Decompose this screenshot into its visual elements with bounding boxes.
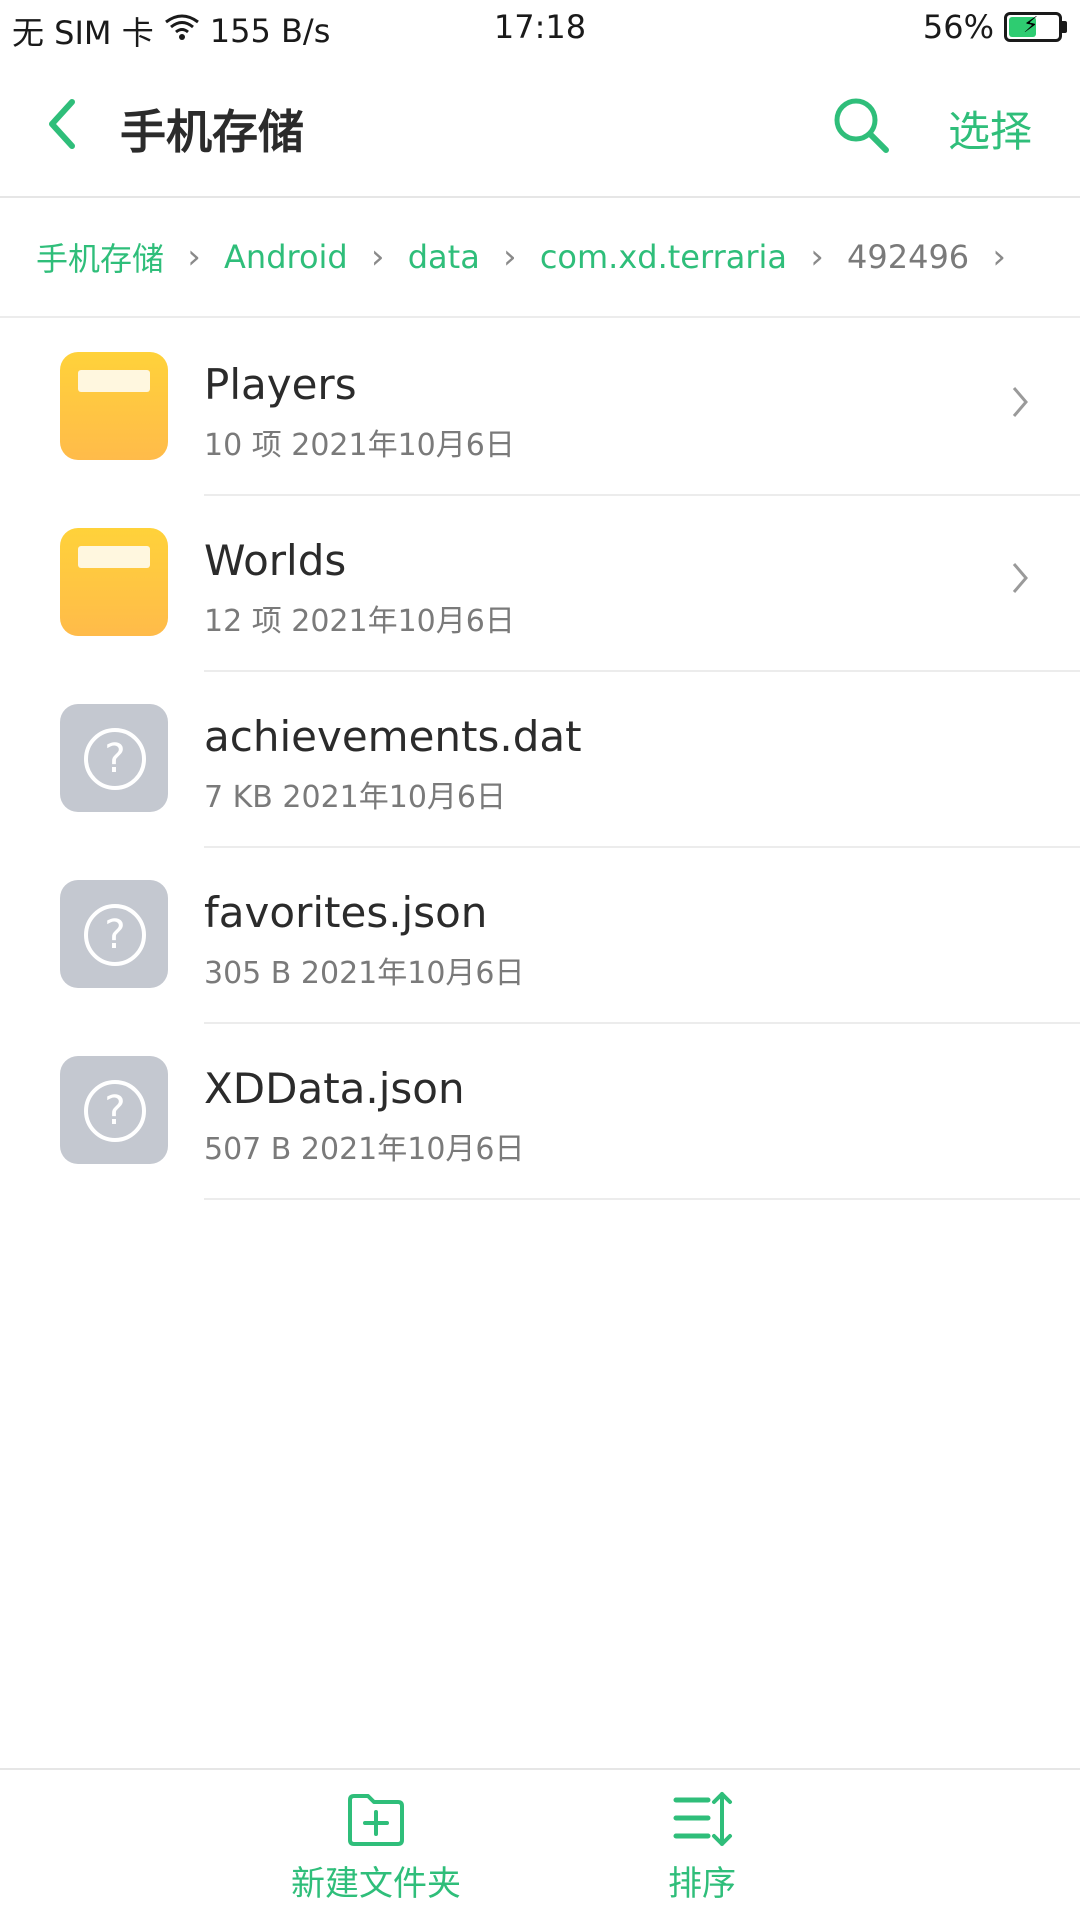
unknown-file-icon: ? — [60, 880, 168, 988]
page-title: 手机存储 — [120, 105, 304, 159]
breadcrumb-item-package[interactable]: com.xd.terraria — [540, 238, 787, 276]
file-name: favorites.json — [204, 888, 488, 937]
chevron-right-icon: › — [187, 237, 201, 277]
battery-percent: 56% — [922, 8, 994, 46]
status-right: 56% ⚡ — [922, 8, 1067, 46]
chevron-right-icon: › — [503, 237, 517, 277]
chevron-right-icon: › — [810, 237, 824, 277]
file-list: Players 10 项 2021年10月6日 Worlds 12 项 2021… — [0, 320, 1080, 1200]
list-item-players[interactable]: Players 10 项 2021年10月6日 — [0, 320, 1080, 496]
file-meta: 507 B 2021年10月6日 — [204, 1132, 525, 1167]
file-name: XDData.json — [204, 1064, 465, 1113]
chevron-right-icon — [1012, 563, 1028, 593]
unknown-file-icon: ? — [60, 704, 168, 812]
folder-icon — [60, 352, 168, 460]
chevron-right-icon — [1012, 387, 1028, 417]
breadcrumb: 手机存储 › Android › data › com.xd.terraria … — [0, 198, 1080, 318]
search-icon — [834, 98, 889, 153]
new-folder-label: 新建文件夹 — [291, 1864, 461, 1904]
sort-label: 排序 — [668, 1864, 736, 1904]
file-name: Worlds — [204, 536, 347, 585]
list-item-favorites[interactable]: ? favorites.json 305 B 2021年10月6日 — [0, 848, 1080, 1024]
folder-icon — [60, 528, 168, 636]
clock: 17:18 — [493, 8, 587, 46]
unknown-file-icon: ? — [60, 1056, 168, 1164]
file-meta: 12 项 2021年10月6日 — [204, 604, 515, 639]
file-name: achievements.dat — [204, 712, 582, 761]
chevron-right-icon: › — [370, 237, 385, 277]
search-button[interactable] — [828, 92, 894, 158]
file-meta: 305 B 2021年10月6日 — [204, 956, 525, 991]
back-arrow-icon — [49, 99, 75, 149]
sort-icon — [673, 1792, 732, 1846]
file-meta: 10 项 2021年10月6日 — [204, 428, 515, 463]
new-folder-icon — [348, 1794, 404, 1846]
file-meta: 7 KB 2021年10月6日 — [204, 780, 507, 815]
back-button[interactable] — [40, 94, 84, 154]
new-folder-button[interactable]: 新建文件夹 — [266, 1790, 486, 1905]
list-item-achievements[interactable]: ? achievements.dat 7 KB 2021年10月6日 — [0, 672, 1080, 848]
battery-icon: ⚡ — [1004, 12, 1067, 42]
bottom-bar: 新建文件夹 排序 — [0, 1768, 1080, 1920]
breadcrumb-item-data[interactable]: data — [408, 238, 480, 276]
list-item-worlds[interactable]: Worlds 12 项 2021年10月6日 — [0, 496, 1080, 672]
file-name: Players — [204, 360, 357, 409]
breadcrumb-item-storage[interactable]: 手机存储 — [36, 234, 164, 280]
breadcrumb-item-current[interactable]: 492496 — [847, 238, 969, 276]
sort-button[interactable]: 排序 — [592, 1790, 812, 1905]
charging-bolt-icon: ⚡ — [1023, 13, 1039, 38]
status-bar: 无 SIM 卡 155 B/s 17:18 56% ⚡ — [0, 0, 1080, 56]
chevron-right-icon: › — [992, 237, 1006, 277]
list-item-xddata[interactable]: ? XDData.json 507 B 2021年10月6日 — [0, 1024, 1080, 1200]
select-button[interactable]: 选择 — [948, 98, 1032, 159]
app-header: 手机存储 选择 — [0, 56, 1080, 198]
breadcrumb-item-android[interactable]: Android — [224, 238, 348, 276]
